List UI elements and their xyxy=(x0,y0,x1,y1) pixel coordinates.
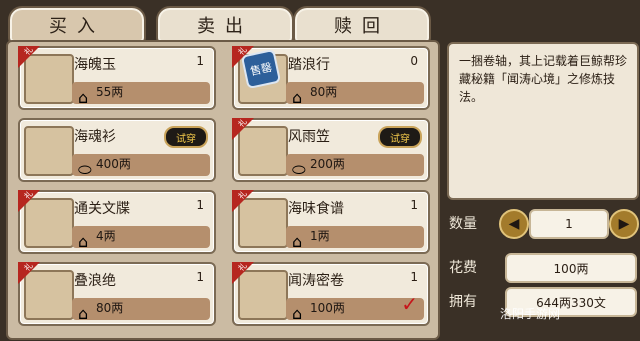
item-name: 闻涛密卷 xyxy=(288,273,344,289)
item-card[interactable]: 礼 通关文牒 1 ⌂ 4两 xyxy=(18,189,216,254)
item-name: 海味食谱 xyxy=(288,201,344,217)
item-name: 踏浪行 xyxy=(288,57,330,73)
item-description: 一捆卷轴，其上记载着巨鲸帮珍藏秘籍「闻涛心境」之修炼技法。 xyxy=(459,54,628,104)
owned-label: 拥有 xyxy=(449,294,477,310)
cost-value: 100两 xyxy=(505,253,637,283)
item-icon xyxy=(24,126,74,176)
coin-icon: ⌂ xyxy=(78,88,89,107)
item-price: 100两 xyxy=(310,301,345,315)
increase-quantity-button[interactable]: ▶ xyxy=(609,209,639,239)
item-card-selected[interactable]: 礼 闻涛密卷 1 ⌂ 100两 ✓ xyxy=(232,261,430,326)
description-panel: 一捆卷轴，其上记载着巨鲸帮珍藏秘籍「闻涛心境」之修炼技法。 xyxy=(447,42,639,200)
coin-icon: ⌂ xyxy=(292,304,303,323)
item-qty: 1 xyxy=(196,270,204,284)
tab-redeem[interactable]: 赎回 xyxy=(293,6,431,44)
price-bar xyxy=(286,154,424,176)
item-qty: 0 xyxy=(410,54,418,68)
decrease-quantity-button[interactable]: ◀ xyxy=(499,209,529,239)
item-card[interactable]: 礼 叠浪绝 1 ⌂ 80两 xyxy=(18,261,216,326)
item-price: 1两 xyxy=(310,229,330,243)
cost-label: 花费 xyxy=(449,260,477,276)
item-card[interactable]: 海魂衫 试穿 ⬭ 400两 xyxy=(18,118,216,182)
item-name: 风雨笠 xyxy=(288,129,330,145)
try-on-badge[interactable]: 试穿 xyxy=(378,126,422,148)
tab-redeem-label: 赎回 xyxy=(334,16,390,37)
selected-check-icon: ✓ xyxy=(401,292,418,316)
item-list-panel: 礼 海魄玉 1 ⌂ 55两 礼 售罄 踏浪行 0 ⌂ 80两 海魂衫 试穿 ⬭ … xyxy=(6,40,440,340)
try-on-badge[interactable]: 试穿 xyxy=(164,126,208,148)
item-name: 海魂衫 xyxy=(74,129,116,145)
item-price: 200两 xyxy=(310,157,345,171)
watermark: 洛阳手游网 xyxy=(500,307,561,321)
tab-buy-label: 买入 xyxy=(49,16,105,37)
item-card[interactable]: 礼 海味食谱 1 ⌂ 1两 xyxy=(232,189,430,254)
item-price: 4两 xyxy=(96,229,116,243)
price-bar xyxy=(72,298,210,320)
item-grid: 礼 海魄玉 1 ⌂ 55两 礼 售罄 踏浪行 0 ⌂ 80两 海魂衫 试穿 ⬭ … xyxy=(18,45,430,336)
quantity-row: 数量 ◀ 1 ▶ xyxy=(447,205,639,239)
sold-out-badge: 售罄 xyxy=(240,48,282,90)
tab-sell-label: 卖出 xyxy=(197,16,253,37)
item-qty: 1 xyxy=(196,54,204,68)
item-price: 80两 xyxy=(96,301,124,315)
price-bar xyxy=(286,226,424,248)
coin-icon: ⌂ xyxy=(292,88,303,107)
tab-sell[interactable]: 卖出 xyxy=(156,6,294,44)
shop-window: 买入 卖出 赎回 礼 海魄玉 1 ⌂ 55两 礼 售罄 踏浪行 0 ⌂ 80两 … xyxy=(0,0,640,341)
item-price: 400两 xyxy=(96,157,131,171)
tab-buy[interactable]: 买入 xyxy=(8,6,146,44)
tab-bar: 买入 卖出 赎回 xyxy=(6,2,436,44)
item-name: 通关文牒 xyxy=(74,201,130,217)
price-bar xyxy=(72,82,210,104)
item-name: 叠浪绝 xyxy=(74,273,116,289)
item-card[interactable]: 礼 售罄 踏浪行 0 ⌂ 80两 xyxy=(232,45,430,110)
item-price: 80两 xyxy=(310,85,338,99)
gold-coin-icon: ⬭ xyxy=(78,160,92,179)
price-bar xyxy=(286,82,424,104)
item-card[interactable]: 礼 风雨笠 试穿 ⬭ 200两 xyxy=(232,117,430,182)
item-name: 海魄玉 xyxy=(74,57,116,73)
gold-coin-icon: ⬭ xyxy=(292,160,306,179)
quantity-field[interactable]: 1 xyxy=(529,209,609,239)
item-qty: 1 xyxy=(410,198,418,212)
item-card[interactable]: 礼 海魄玉 1 ⌂ 55两 xyxy=(18,45,216,110)
cost-row: 花费 100两 xyxy=(447,249,637,283)
coin-icon: ⌂ xyxy=(78,304,89,323)
coin-icon: ⌂ xyxy=(78,232,89,251)
item-qty: 1 xyxy=(410,270,418,284)
coin-icon: ⌂ xyxy=(292,232,303,251)
item-price: 55两 xyxy=(96,85,124,99)
price-bar xyxy=(72,226,210,248)
item-qty: 1 xyxy=(196,198,204,212)
price-bar xyxy=(72,154,210,176)
quantity-label: 数量 xyxy=(449,216,477,232)
